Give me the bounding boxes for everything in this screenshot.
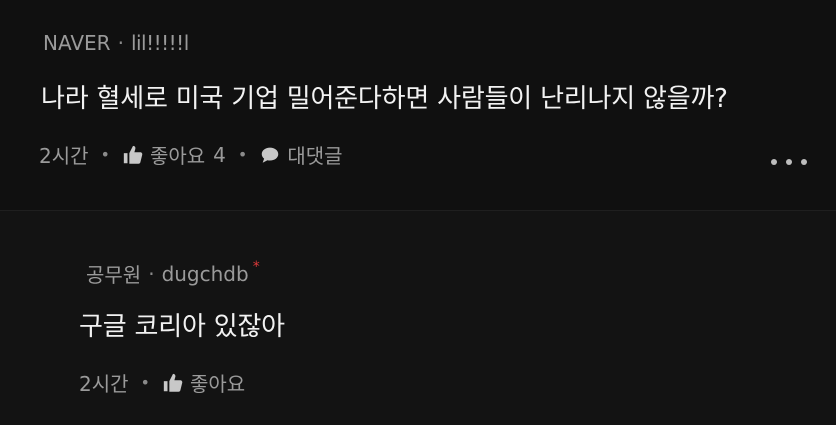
separator-dot: • <box>140 373 150 392</box>
author-badge: * <box>252 258 260 275</box>
reply-text: 구글 코리아 있잖아 <box>79 312 285 342</box>
separator-dot: • <box>237 145 248 164</box>
comment-time: 2시간 <box>39 144 89 168</box>
reply-like-label: 좋아요 <box>189 372 246 396</box>
separator-dot: • <box>100 145 110 164</box>
reply-author[interactable]: dugchdb <box>162 262 249 286</box>
thumbs-up-icon <box>123 145 143 164</box>
comment-author-row: NAVER · lil!!!!!l <box>43 31 189 55</box>
more-horizontal-icon-dot <box>801 159 807 165</box>
like-count: 4 <box>213 142 226 167</box>
reply-time: 2시간 <box>79 372 129 396</box>
reply-button[interactable]: 대댓글 <box>259 140 343 169</box>
reply-source: 공무원 <box>86 263 142 287</box>
comment-source: NAVER <box>43 31 111 55</box>
more-horizontal-icon-dot <box>786 159 792 165</box>
separator-dot: · <box>148 261 155 286</box>
reply-author-row: 공무원 · dugchdb * <box>86 259 260 288</box>
more-horizontal-icon <box>771 159 777 165</box>
thumbs-up-icon <box>163 373 183 392</box>
more-options-button[interactable] <box>771 150 807 174</box>
like-button[interactable]: 좋아요 4 <box>122 140 226 169</box>
speech-bubble-icon <box>262 147 279 163</box>
like-label: 좋아요 <box>149 144 206 168</box>
reply-label: 대댓글 <box>287 144 343 168</box>
separator-dot: · <box>117 31 124 55</box>
comment-text: 나라 혈세로 미국 기업 밀어준다하면 사람들이 난리나지 않을까? <box>41 84 728 114</box>
comment-meta-row: 2시간 • 좋아요 4 • 대댓글 <box>39 140 343 169</box>
reply-meta-row: 2시간 • 좋아요 <box>79 368 245 397</box>
comment-author[interactable]: lil!!!!!l <box>131 31 189 55</box>
reply-like-button[interactable]: 좋아요 <box>162 368 245 397</box>
